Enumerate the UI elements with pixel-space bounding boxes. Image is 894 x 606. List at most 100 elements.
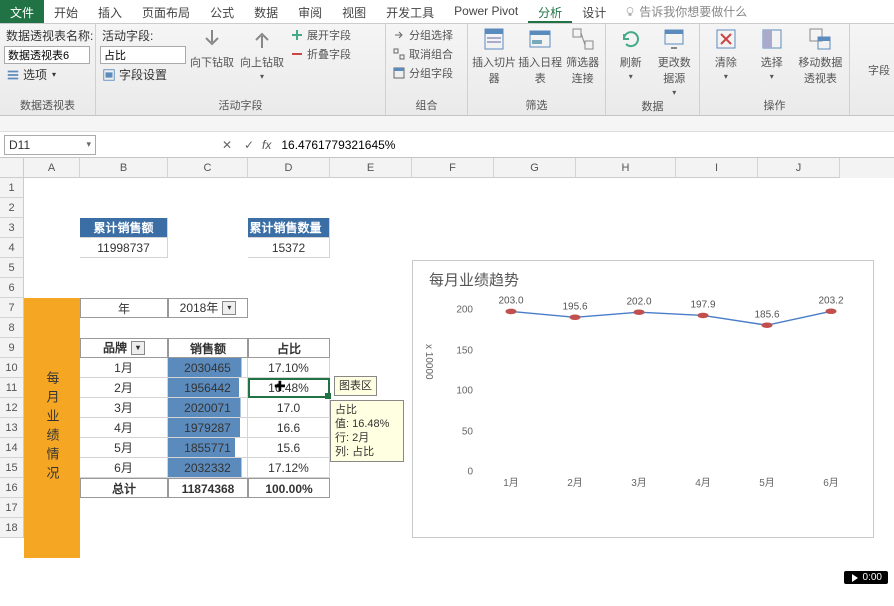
cancel-button[interactable]: ✕	[216, 134, 238, 156]
chart-title: 每月业绩趋势	[413, 261, 873, 294]
col-header[interactable]: B	[80, 158, 168, 178]
row-header[interactable]: 4	[0, 238, 23, 258]
change-source-button[interactable]: 更改数据源▾	[654, 26, 696, 97]
table-cell[interactable]: 1855771	[168, 438, 248, 458]
tab-layout[interactable]: 页面布局	[132, 0, 200, 23]
sum-sales-value[interactable]: 11998737	[80, 238, 168, 258]
row-header[interactable]: 9	[0, 338, 23, 358]
tab-design[interactable]: 设计	[572, 0, 616, 23]
tab-dev[interactable]: 开发工具	[376, 0, 444, 23]
year-filter-icon[interactable]: ▾	[222, 301, 236, 315]
tab-file[interactable]: 文件	[0, 0, 44, 23]
tab-analyze[interactable]: 分析	[528, 0, 572, 23]
group-field-button[interactable]: 分组字段	[390, 64, 455, 82]
row-header[interactable]: 18	[0, 518, 23, 538]
year-value-cell[interactable]: 2018年 ▾	[168, 298, 248, 318]
enter-button[interactable]: ✓	[238, 134, 260, 156]
col-header[interactable]: H	[576, 158, 676, 178]
row-header[interactable]: 3	[0, 218, 23, 238]
table-cell[interactable]: 17.0	[248, 398, 330, 418]
field-settings-button[interactable]: 字段设置	[100, 65, 186, 84]
sales-header: 销售额	[168, 338, 248, 358]
total-sales[interactable]: 11874368	[168, 478, 248, 498]
insert-timeline-button[interactable]: 插入日程表	[518, 26, 562, 86]
brand-header[interactable]: 品牌▾	[80, 338, 168, 358]
col-header[interactable]: C	[168, 158, 248, 178]
group-selection-button[interactable]: 分组选择	[390, 26, 455, 44]
total-pct[interactable]: 100.00%	[248, 478, 330, 498]
row-header[interactable]: 11	[0, 378, 23, 398]
select-all-triangle[interactable]	[0, 158, 24, 178]
row-header[interactable]: 8	[0, 318, 23, 338]
slicer-icon	[481, 26, 507, 52]
tell-me[interactable]: 告诉我你想要做什么	[616, 0, 755, 23]
group-field-icon	[392, 66, 406, 80]
row-header[interactable]: 15	[0, 458, 23, 478]
active-field-input[interactable]	[100, 46, 186, 64]
refresh-button[interactable]: 刷新▾	[610, 26, 652, 81]
row-header[interactable]: 12	[0, 398, 23, 418]
table-cell[interactable]: 2020071	[168, 398, 248, 418]
table-cell[interactable]: 4月	[80, 418, 168, 438]
options-button[interactable]: 选项▾	[4, 65, 58, 84]
row-header[interactable]: 1	[0, 178, 23, 198]
filter-connections-button[interactable]: 筛选器连接	[564, 26, 601, 86]
row-header[interactable]: 7	[0, 298, 23, 318]
tab-view[interactable]: 视图	[332, 0, 376, 23]
tab-start[interactable]: 开始	[44, 0, 88, 23]
col-header[interactable]: D	[248, 158, 330, 178]
col-header[interactable]: E	[330, 158, 412, 178]
row-header[interactable]: 2	[0, 198, 23, 218]
tab-data[interactable]: 数据	[244, 0, 288, 23]
fx-icon[interactable]: fx	[262, 138, 271, 152]
row-header[interactable]: 5	[0, 258, 23, 278]
table-cell[interactable]: 16.48%	[248, 378, 330, 398]
name-box[interactable]: D11▾	[4, 135, 96, 155]
col-header[interactable]: A	[24, 158, 80, 178]
col-header[interactable]: G	[494, 158, 576, 178]
expand-field-button[interactable]: 展开字段	[288, 26, 353, 44]
collapse-field-button[interactable]: 折叠字段	[288, 45, 353, 63]
select-button[interactable]: 选择▾	[750, 26, 794, 81]
row-header[interactable]: 17	[0, 498, 23, 518]
drill-up-button[interactable]: 向上钻取▾	[238, 26, 286, 81]
insert-slicer-button[interactable]: 插入切片器	[472, 26, 516, 86]
tab-formula[interactable]: 公式	[200, 0, 244, 23]
table-cell[interactable]: 5月	[80, 438, 168, 458]
table-cell[interactable]: 1月	[80, 358, 168, 378]
tab-insert[interactable]: 插入	[88, 0, 132, 23]
tab-powerpivot[interactable]: Power Pivot	[444, 0, 528, 23]
table-cell[interactable]: 1979287	[168, 418, 248, 438]
table-cell[interactable]: 15.6	[248, 438, 330, 458]
drill-down-button[interactable]: 向下钻取	[188, 26, 236, 70]
table-cell[interactable]: 6月	[80, 458, 168, 478]
pivot-name-input[interactable]	[4, 46, 90, 64]
table-cell[interactable]: 17.12%	[248, 458, 330, 478]
move-pivot-button[interactable]: 移动数据透视表	[796, 26, 845, 86]
col-header[interactable]: I	[676, 158, 758, 178]
tab-review[interactable]: 审阅	[288, 0, 332, 23]
formula-input[interactable]	[277, 135, 894, 155]
row-header[interactable]: 16	[0, 478, 23, 498]
clear-button[interactable]: 清除▾	[704, 26, 748, 81]
col-header[interactable]: J	[758, 158, 840, 178]
row-header[interactable]: 10	[0, 358, 23, 378]
table-cell[interactable]: 1956442	[168, 378, 248, 398]
col-header[interactable]: F	[412, 158, 494, 178]
ribbon: 数据透视表名称: 选项▾ 数据透视表 活动字段: 字段设置 向下钻取 向上钻取▾…	[0, 24, 894, 116]
timeline-icon	[527, 26, 553, 52]
table-cell[interactable]: 3月	[80, 398, 168, 418]
ungroup-button[interactable]: 取消组合	[390, 45, 455, 63]
sum-qty-value[interactable]: 15372	[248, 238, 330, 258]
table-cell[interactable]: 17.10%	[248, 358, 330, 378]
table-cell[interactable]: 2032332	[168, 458, 248, 478]
table-cell[interactable]: 2030465	[168, 358, 248, 378]
brand-filter-icon[interactable]: ▾	[131, 341, 145, 355]
row-header[interactable]: 13	[0, 418, 23, 438]
row-header[interactable]: 14	[0, 438, 23, 458]
row-header[interactable]: 6	[0, 278, 23, 298]
table-cell[interactable]: 16.6	[248, 418, 330, 438]
chart-container[interactable]: 每月业绩趋势 x 10000 050100150200 203.0195.620…	[412, 260, 874, 538]
table-cell[interactable]: 2月	[80, 378, 168, 398]
tab-bar: 文件 开始 插入 页面布局 公式 数据 审阅 视图 开发工具 Power Piv…	[0, 0, 894, 24]
